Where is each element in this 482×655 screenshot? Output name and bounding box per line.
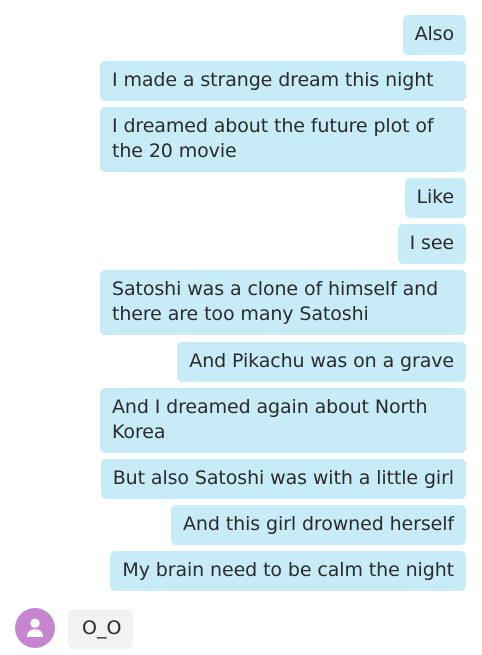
message-bubble[interactable]: And this girl drowned herself [171,505,466,545]
user-silhouette-icon [27,618,43,637]
message-bubble[interactable]: And Pikachu was on a grave [177,342,466,382]
message-bubble[interactable]: And I dreamed again about North Korea [100,388,466,453]
message-bubble[interactable]: But also Satoshi was with a little girl [100,459,466,499]
message-bubble[interactable]: My brain need to be calm the night [110,551,466,591]
incoming-message-bubble[interactable]: O_O [68,609,134,649]
message-bubble[interactable]: I made a strange dream this night [100,61,466,101]
message-bubble[interactable]: I see [397,224,466,264]
message-bubble[interactable]: I dreamed about the future plot of the 2… [100,107,466,172]
avatar[interactable] [15,608,55,648]
message-bubble[interactable]: Like [404,178,466,218]
message-bubble[interactable]: Also [402,15,466,55]
message-bubble[interactable]: Satoshi was a clone of himself and there… [100,270,466,335]
